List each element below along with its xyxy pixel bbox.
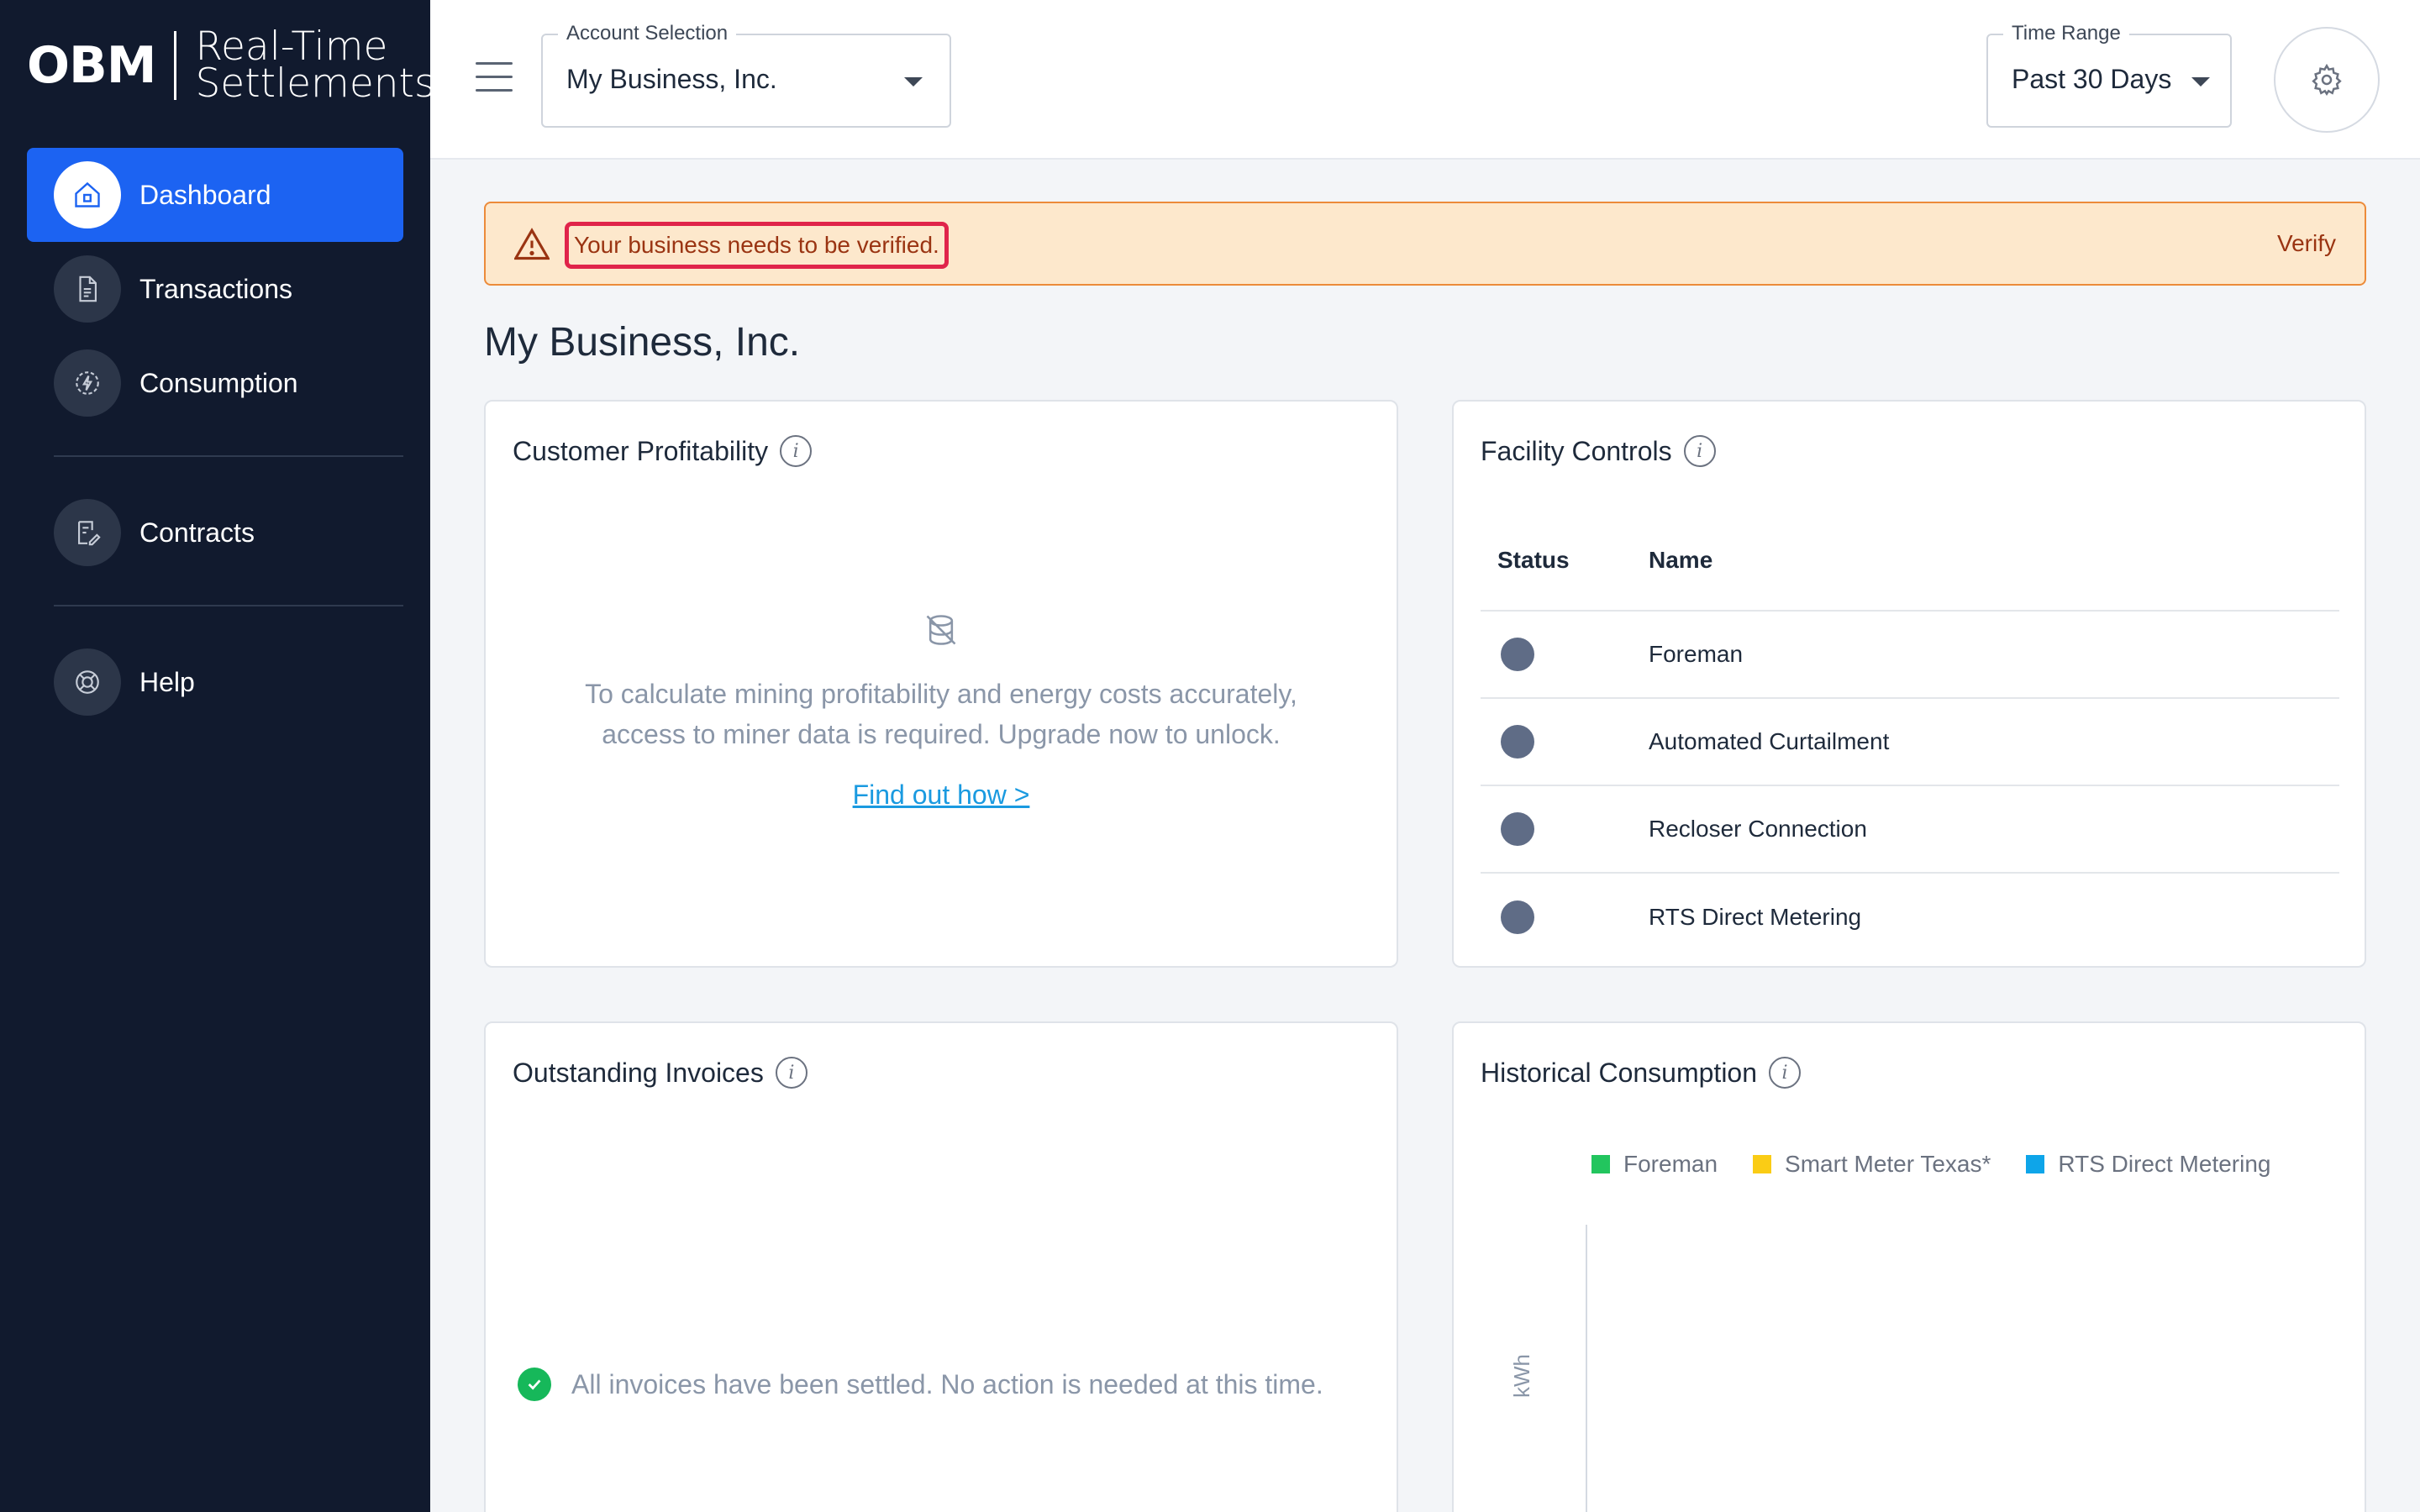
menu-icon[interactable] bbox=[476, 62, 513, 96]
cp-link-wrap: Find out how > bbox=[486, 780, 1397, 811]
home-icon bbox=[54, 161, 121, 228]
customer-profitability-card: Customer Profitability i To calculate mi… bbox=[484, 400, 1398, 968]
facility-name: RTS Direct Metering bbox=[1649, 904, 1862, 930]
table-row[interactable]: Automated Curtailment bbox=[1481, 699, 2339, 786]
time-range-value: Past 30 Days bbox=[2012, 64, 2172, 94]
document-icon bbox=[54, 255, 121, 323]
legend-swatch bbox=[2026, 1155, 2045, 1173]
legend-item-foreman[interactable]: Foreman bbox=[1591, 1151, 1718, 1178]
cp-message-line1: To calculate mining profitability and en… bbox=[585, 679, 1297, 709]
facility-name: Automated Curtailment bbox=[1649, 728, 1890, 754]
verify-link[interactable]: Verify bbox=[2277, 230, 2336, 257]
card-title: Historical Consumption i bbox=[1481, 1057, 1802, 1089]
account-select[interactable]: Account Selection My Business, Inc. bbox=[541, 22, 951, 128]
invoices-settled-message: All invoices have been settled. No actio… bbox=[518, 1368, 1323, 1401]
logo-divider bbox=[174, 31, 177, 100]
table-header: Status Name bbox=[1481, 511, 2339, 612]
contract-icon bbox=[54, 499, 121, 566]
legend-label: Smart Meter Texas* bbox=[1785, 1151, 1991, 1177]
chevron-down-icon bbox=[2191, 77, 2210, 87]
sidebar-nav: Dashboard Transactions Consumption Contr… bbox=[27, 148, 403, 729]
gear-icon bbox=[2312, 63, 2342, 96]
card-title-text: Facility Controls bbox=[1481, 435, 1672, 466]
sidebar-divider bbox=[54, 455, 403, 457]
alert-message-highlight: Your business needs to be verified. bbox=[565, 222, 949, 269]
table-row[interactable]: Recloser Connection bbox=[1481, 786, 2339, 874]
outstanding-invoices-card: Outstanding Invoices i All invoices have… bbox=[484, 1021, 1398, 1512]
consumption-chart: kWh016212606 bbox=[1509, 1225, 1587, 1512]
sidebar-item-label: Contracts bbox=[139, 517, 255, 548]
page-title: My Business, Inc. bbox=[484, 320, 801, 365]
info-icon[interactable]: i bbox=[1769, 1057, 1802, 1089]
database-off-icon bbox=[926, 615, 956, 645]
legend-item-rts-direct-metering[interactable]: RTS Direct Metering bbox=[2026, 1151, 2271, 1178]
column-header-status: Status bbox=[1497, 547, 1570, 573]
time-range-select[interactable]: Time Range Past 30 Days bbox=[1986, 22, 2232, 128]
facility-name: Recloser Connection bbox=[1649, 816, 1867, 842]
cp-empty-state bbox=[486, 612, 1397, 653]
status-indicator bbox=[1501, 725, 1534, 759]
logo-line2: Settlements bbox=[195, 60, 435, 107]
card-title-text: Outstanding Invoices bbox=[513, 1057, 764, 1088]
card-title: Facility Controls i bbox=[1481, 435, 1716, 467]
alert-message: Your business needs to be verified. bbox=[574, 232, 939, 258]
facility-controls-card: Facility Controls i Status Name Foreman … bbox=[1452, 400, 2366, 968]
check-circle-icon bbox=[518, 1368, 551, 1401]
account-select-label: Account Selection bbox=[558, 22, 737, 45]
facility-controls-table: Status Name Foreman Automated Curtailmen… bbox=[1481, 511, 2339, 961]
sidebar-item-transactions[interactable]: Transactions bbox=[27, 242, 403, 336]
cp-message: To calculate mining profitability and en… bbox=[486, 674, 1397, 754]
sidebar-item-label: Consumption bbox=[139, 367, 298, 398]
y-axis-label: kWh bbox=[1509, 1354, 1534, 1398]
sidebar-divider bbox=[54, 605, 403, 606]
table-row[interactable]: RTS Direct Metering bbox=[1481, 874, 2339, 961]
legend-item-smart-meter-texas[interactable]: Smart Meter Texas* bbox=[1753, 1151, 1991, 1178]
status-indicator bbox=[1501, 812, 1534, 846]
verification-alert: Your business needs to be verified. Veri… bbox=[484, 202, 2366, 286]
card-title-text: Historical Consumption bbox=[1481, 1057, 1758, 1088]
sidebar-item-help[interactable]: Help bbox=[27, 635, 403, 729]
legend-label: RTS Direct Metering bbox=[2058, 1151, 2271, 1177]
card-title: Outstanding Invoices i bbox=[513, 1057, 808, 1089]
find-out-how-link[interactable]: Find out how > bbox=[853, 780, 1030, 810]
info-icon[interactable]: i bbox=[775, 1057, 808, 1089]
facility-name: Foreman bbox=[1649, 641, 1744, 667]
lifebuoy-icon bbox=[54, 648, 121, 716]
app-logo[interactable]: OBM Real-Time Settlements bbox=[27, 24, 434, 108]
time-range-label: Time Range bbox=[2003, 22, 2129, 45]
sidebar: OBM Real-Time Settlements Dashboard Tran… bbox=[0, 0, 434, 1512]
power-icon bbox=[54, 349, 121, 417]
sidebar-item-label: Help bbox=[139, 666, 195, 697]
logo-text: Real-Time Settlements bbox=[195, 27, 434, 103]
chart-legend: Foreman Smart Meter Texas* RTS Direct Me… bbox=[1591, 1151, 2307, 1178]
sidebar-item-contracts[interactable]: Contracts bbox=[27, 486, 403, 580]
invoices-message-text: All invoices have been settled. No actio… bbox=[571, 1368, 1323, 1399]
info-icon[interactable]: i bbox=[780, 435, 813, 467]
logo-mark: OBM bbox=[27, 36, 156, 95]
settings-button[interactable] bbox=[2274, 27, 2380, 133]
info-icon[interactable]: i bbox=[1683, 435, 1716, 467]
legend-label: Foreman bbox=[1623, 1151, 1718, 1177]
sidebar-item-dashboard[interactable]: Dashboard bbox=[27, 148, 403, 242]
card-title-text: Customer Profitability bbox=[513, 435, 769, 466]
sidebar-item-label: Transactions bbox=[139, 273, 292, 304]
warning-icon bbox=[513, 227, 550, 265]
status-indicator bbox=[1501, 638, 1534, 671]
historical-consumption-card: Historical Consumption i Foreman Smart M… bbox=[1452, 1021, 2366, 1512]
legend-swatch bbox=[1591, 1155, 1610, 1173]
top-bar: Account Selection My Business, Inc. Time… bbox=[430, 0, 2420, 160]
status-indicator bbox=[1501, 900, 1534, 934]
legend-swatch bbox=[1753, 1155, 1772, 1173]
card-title: Customer Profitability i bbox=[513, 435, 813, 467]
sidebar-item-label: Dashboard bbox=[139, 179, 271, 210]
table-row[interactable]: Foreman bbox=[1481, 612, 2339, 699]
cp-message-line2: access to miner data is required. Upgrad… bbox=[602, 719, 1281, 749]
account-select-value: My Business, Inc. bbox=[566, 64, 777, 94]
chevron-down-icon bbox=[904, 77, 923, 87]
column-header-name: Name bbox=[1649, 547, 1713, 573]
sidebar-item-consumption[interactable]: Consumption bbox=[27, 336, 403, 430]
